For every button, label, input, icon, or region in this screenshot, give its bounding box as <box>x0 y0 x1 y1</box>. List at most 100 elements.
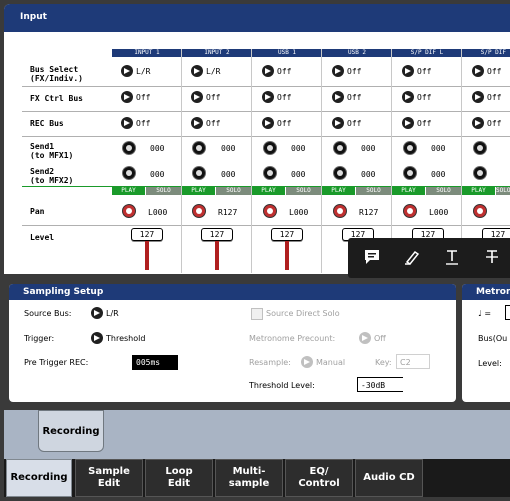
text-strikethrough-icon[interactable] <box>482 248 502 268</box>
level-fader-2[interactable] <box>215 241 219 270</box>
send1-knob-4[interactable] <box>333 141 347 155</box>
send2-knob-5[interactable] <box>403 166 417 180</box>
pan-knob-4[interactable] <box>333 204 347 218</box>
rec-bus-button-4[interactable] <box>332 117 344 129</box>
tab-sample-edit[interactable]: Sample Edit <box>75 459 143 497</box>
bus-select-value-4: Off <box>347 67 362 76</box>
rec-bus-value-5: Off <box>417 119 432 128</box>
play-button-5[interactable]: PLAY <box>392 187 425 195</box>
send2-value-2: 000 <box>221 170 236 179</box>
level-value-3[interactable]: 127 <box>271 228 303 241</box>
tab-audio-cd[interactable]: Audio CD <box>355 459 423 497</box>
play-button-6[interactable]: PLAY <box>462 187 495 195</box>
pan-knob-1[interactable] <box>122 204 136 218</box>
bus-select-button-1[interactable] <box>121 65 133 77</box>
rec-bus-button-6[interactable] <box>472 117 484 129</box>
send2-knob-3[interactable] <box>263 166 277 180</box>
tab-eq-control[interactable]: EQ/ Control <box>285 459 353 497</box>
grid-line <box>22 111 510 112</box>
fx-ctrl-bus-button-2[interactable] <box>191 91 203 103</box>
send1-knob-3[interactable] <box>263 141 277 155</box>
tempo-label: ♩ = <box>478 309 492 318</box>
tab-loop-edit[interactable]: Loop Edit <box>145 459 213 497</box>
send2-knob-2[interactable] <box>192 166 206 180</box>
play-button-1[interactable]: PLAY <box>112 187 145 195</box>
source-direct-solo-checkbox[interactable] <box>251 308 263 320</box>
source-bus-button[interactable] <box>91 307 103 319</box>
solo-button-2[interactable]: SOLO <box>216 187 251 195</box>
row-label-send1: Send1 (to MFX1) <box>30 142 74 160</box>
page-tab-recording[interactable]: Recording <box>38 410 104 452</box>
column-usb-2: USB 2 <box>322 49 392 57</box>
rec-bus-button-3[interactable] <box>262 117 274 129</box>
send1-knob-2[interactable] <box>192 141 206 155</box>
source-bus-value: L/R <box>106 309 119 318</box>
pan-knob-5[interactable] <box>403 204 417 218</box>
key-value: C2 <box>400 358 411 367</box>
column-divider <box>251 49 252 273</box>
send2-knob-1[interactable] <box>122 166 136 180</box>
resample-button[interactable] <box>301 356 313 368</box>
bus-select-button-3[interactable] <box>262 65 274 77</box>
metronome-precount-button[interactable] <box>359 332 371 344</box>
threshold-level-label: Threshold Level: <box>249 381 315 390</box>
level-value-2[interactable]: 127 <box>201 228 233 241</box>
source-bus-label: Source Bus: <box>24 309 72 318</box>
solo-button-4[interactable]: SOLO <box>356 187 391 195</box>
level-value-1[interactable]: 127 <box>131 228 163 241</box>
play-button-3[interactable]: PLAY <box>252 187 285 195</box>
input-panel-title: Input <box>4 4 510 32</box>
rec-bus-value-3: Off <box>277 119 292 128</box>
pan-knob-2[interactable] <box>192 204 206 218</box>
rec-bus-button-5[interactable] <box>402 117 414 129</box>
fx-ctrl-bus-button-3[interactable] <box>262 91 274 103</box>
send2-value-4: 000 <box>361 170 376 179</box>
rec-bus-button-2[interactable] <box>191 117 203 129</box>
send2-value-5: 000 <box>431 170 446 179</box>
metronome-precount-value: Off <box>374 334 386 343</box>
level-fader-3[interactable] <box>285 241 289 270</box>
send1-knob-1[interactable] <box>122 141 136 155</box>
pan-value-2: R127 <box>218 208 238 217</box>
solo-button-5[interactable]: SOLO <box>426 187 461 195</box>
play-button-2[interactable]: PLAY <box>182 187 215 195</box>
bus-select-button-4[interactable] <box>332 65 344 77</box>
rec-bus-value-2: Off <box>206 119 221 128</box>
level-fader-1[interactable] <box>145 241 149 270</box>
tab-recording[interactable]: Recording <box>6 459 72 497</box>
bus-select-button-2[interactable] <box>191 65 203 77</box>
fx-ctrl-bus-button-4[interactable] <box>332 91 344 103</box>
bus-select-button-5[interactable] <box>402 65 414 77</box>
row-label-pan: Pan <box>30 207 45 216</box>
tab-multisample[interactable]: Multi- sample <box>215 459 283 497</box>
highlighter-icon[interactable] <box>402 248 422 268</box>
fx-ctrl-bus-button-1[interactable] <box>121 91 133 103</box>
send2-knob-6[interactable] <box>473 166 487 180</box>
bus-select-value-2: L/R <box>206 67 221 76</box>
text-underline-icon[interactable] <box>442 248 462 268</box>
row-label-level: Level <box>30 233 55 242</box>
column-spdif-l: S/P DIF L <box>392 49 462 57</box>
fx-ctrl-bus-button-5[interactable] <box>402 91 414 103</box>
solo-button-6[interactable]: SOLO <box>496 187 510 195</box>
fx-ctrl-bus-button-6[interactable] <box>472 91 484 103</box>
send2-value-3: 000 <box>291 170 306 179</box>
pan-knob-6[interactable] <box>473 204 487 218</box>
trigger-label: Trigger: <box>24 334 55 343</box>
comment-icon[interactable] <box>362 248 382 268</box>
pan-knob-3[interactable] <box>263 204 277 218</box>
send2-knob-4[interactable] <box>333 166 347 180</box>
send1-knob-6[interactable] <box>473 141 487 155</box>
rec-bus-button-1[interactable] <box>121 117 133 129</box>
solo-button-3[interactable]: SOLO <box>286 187 321 195</box>
row-label-send2: Send2 (to MFX2) <box>30 167 74 185</box>
column-divider <box>321 49 322 273</box>
pan-value-1: L000 <box>148 208 168 217</box>
fx-ctrl-bus-value-6: Off <box>487 93 502 102</box>
trigger-button[interactable] <box>91 332 103 344</box>
bus-select-button-6[interactable] <box>472 65 484 77</box>
send1-knob-5[interactable] <box>403 141 417 155</box>
play-button-4[interactable]: PLAY <box>322 187 355 195</box>
solo-button-1[interactable]: SOLO <box>146 187 181 195</box>
tempo-field[interactable] <box>505 305 510 320</box>
